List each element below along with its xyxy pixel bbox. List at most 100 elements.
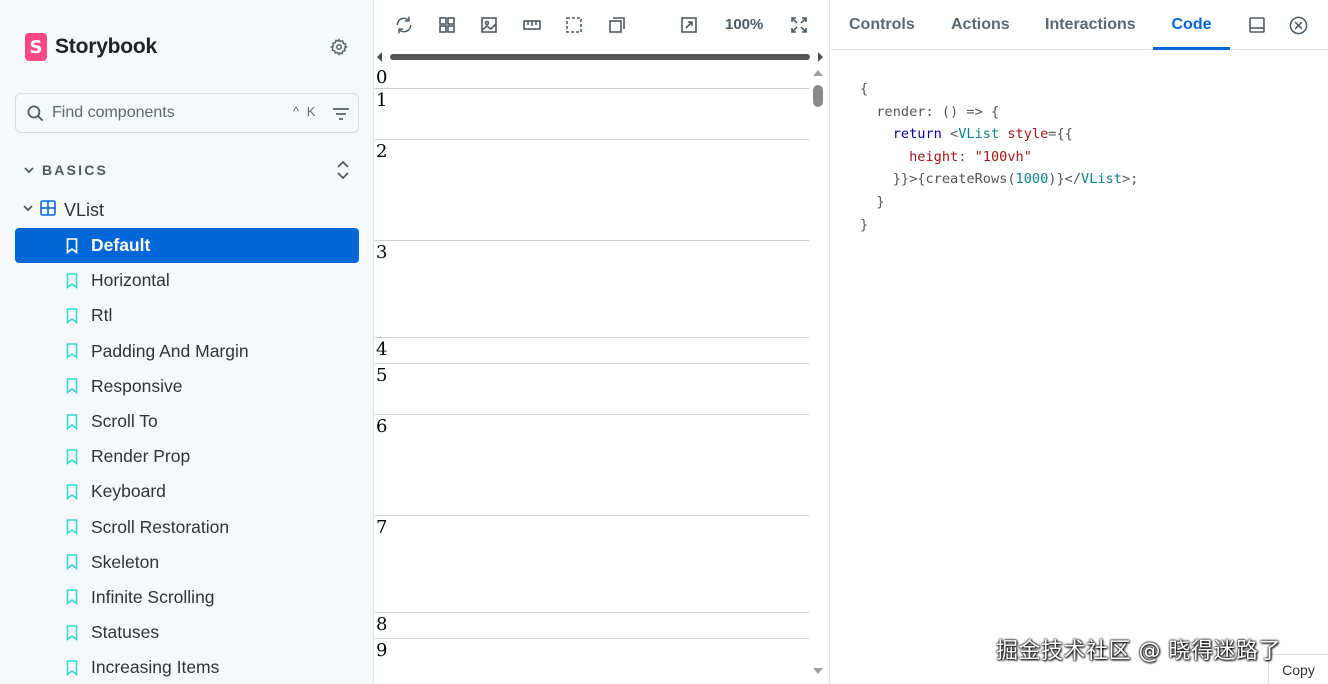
scroll-left-arrow[interactable] [377,52,382,62]
transfer-icon [609,17,625,33]
vertical-scrollbar[interactable] [811,66,825,684]
group-basics[interactable]: BASICS [22,156,362,184]
tab-actions[interactable]: Actions [951,0,1010,50]
list-row: 3 [375,241,809,338]
outline-button[interactable] [563,14,585,36]
photo-icon [481,17,497,33]
close-panel-button[interactable] [1287,14,1309,36]
story-label: Responsive [91,375,183,396]
component-vlist[interactable]: VList [22,198,104,222]
watermark: 掘金技术社区 @ 晓得迷路了 [996,639,1281,664]
panel-position-button[interactable] [1246,14,1268,36]
story-label: Increasing Items [91,657,220,678]
list-row: 2 [375,140,809,241]
tab-code[interactable]: Code [1153,0,1230,50]
scroll-right-arrow[interactable] [818,52,823,62]
story-label: Padding And Margin [91,340,249,361]
brand[interactable]: S Storybook [25,33,157,61]
story-padding-and-margin[interactable]: Padding And Margin [15,334,359,369]
list-row: 1 [375,89,809,140]
tab-controls[interactable]: Controls [849,0,915,50]
chevron-down-icon [22,201,34,219]
scroll-down-arrow[interactable] [813,668,823,674]
panel-bottom-icon [1249,17,1265,33]
story-statuses[interactable]: Statuses [15,615,359,650]
scroll-up-arrow[interactable] [813,70,823,76]
storybook-logo-icon: S [25,33,47,61]
component-label: VList [64,199,105,220]
story-label: Skeleton [91,551,160,572]
ruler-icon [523,20,541,30]
scrollbar-thumb[interactable] [813,85,823,107]
addon-panel: Controls Actions Interactions Code { ren… [829,0,1328,684]
panel-tabs: Controls Actions Interactions Code [830,0,1328,50]
close-icon [1289,16,1307,34]
story-responsive[interactable]: Responsive [15,369,359,404]
remount-button[interactable] [393,14,415,36]
horizontal-scrollbar[interactable] [375,50,828,64]
zoom-level[interactable]: 100% [725,16,763,33]
search-icon [27,105,44,122]
brand-name: Storybook [55,35,158,58]
filter-button[interactable] [330,103,352,125]
bookmark-icon [66,448,80,466]
canvas-area: 100% 0 1 2 3 4 5 6 7 8 9 [375,0,828,684]
grid-button[interactable] [436,14,458,36]
bookmark-icon [66,342,80,360]
sync-icon [396,16,412,34]
virtual-list[interactable]: 0 1 2 3 4 5 6 7 8 9 [375,66,809,684]
story-scroll-to[interactable]: Scroll To [15,404,359,439]
gear-icon [330,38,348,56]
bookmark-icon [66,659,80,677]
sidebar: S Storybook ^ K BASICS VList Def [0,0,374,684]
story-label: Render Prop [91,446,191,467]
search-shortcut: ^ K [293,104,318,119]
story-default[interactable]: Default [15,228,359,264]
code-snippet: { render: () => { return <VList style={{… [860,81,1139,233]
story-scroll-restoration[interactable]: Scroll Restoration [15,510,359,545]
zoom-reset-icon [681,17,697,33]
expand-collapse-icon [337,160,349,180]
list-row: 8 [375,613,809,639]
fullscreen-button[interactable] [788,14,810,36]
story-infinite-scrolling[interactable]: Infinite Scrolling [15,580,359,615]
tab-interactions[interactable]: Interactions [1045,0,1136,50]
bookmark-icon [66,518,80,536]
expand-all-button[interactable] [332,158,354,182]
bookmark-icon [66,307,80,325]
story-label: Infinite Scrolling [91,586,215,607]
grid-icon [439,17,455,33]
search-input[interactable] [52,102,282,124]
zoom-reset-button[interactable] [678,14,700,36]
measure-button[interactable] [521,14,543,36]
story-skeleton[interactable]: Skeleton [15,545,359,580]
list-row: 7 [375,516,809,613]
story-increasing-items[interactable]: Increasing Items [15,650,359,684]
story-label: Horizontal [91,270,170,291]
bookmark-icon [66,624,80,642]
bookmark-icon [66,237,80,255]
component-icon [40,199,56,221]
list-row: 5 [375,364,809,415]
outline-icon [566,17,582,33]
bookmark-icon [66,377,80,395]
story-label: Scroll To [91,411,158,432]
story-label: Rtl [91,305,113,326]
list-row: 6 [375,415,809,516]
scrollbar-thumb[interactable] [390,54,810,60]
list-row: 4 [375,338,809,364]
story-keyboard[interactable]: Keyboard [15,474,359,509]
story-render-prop[interactable]: Render Prop [15,439,359,474]
bookmark-icon [66,588,80,606]
group-label: BASICS [42,162,109,178]
story-list: Default Horizontal Rtl Padding And Margi… [15,228,359,684]
background-button[interactable] [478,14,500,36]
chevron-down-icon [22,163,36,177]
viewport-button[interactable] [606,14,628,36]
story-rtl[interactable]: Rtl [15,298,359,333]
bookmark-icon [66,413,80,431]
settings-button[interactable] [327,35,351,59]
bookmark-icon [66,272,80,290]
story-label: Default [91,235,151,256]
story-horizontal[interactable]: Horizontal [15,263,359,298]
